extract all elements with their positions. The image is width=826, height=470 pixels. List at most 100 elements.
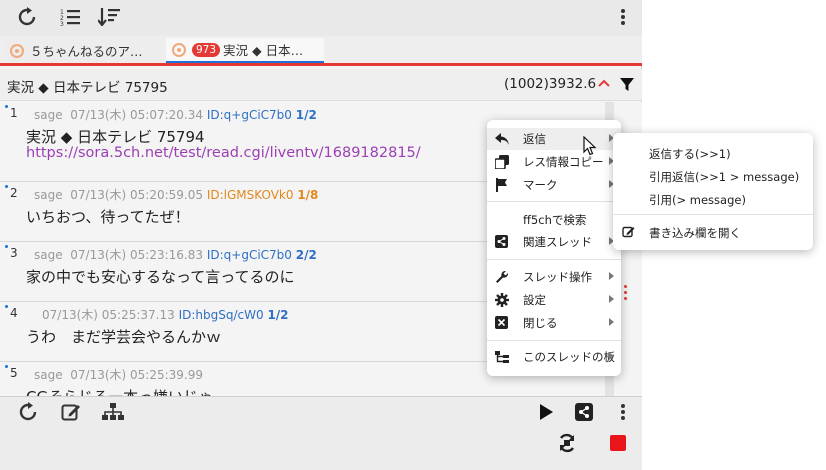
tab-label: 実況 ◆ 日本… (223, 43, 304, 58)
post-date: 07/13(木) 05:07:20.34 (70, 108, 203, 122)
context-menu: 返信 レス情報コピー マーク ff5chで検索 関連スレッド スレッド操作 設定… (487, 120, 621, 376)
post-marker (5, 305, 8, 308)
thread-title: 実況 ◆ 日本テレビ 75795 (7, 80, 168, 96)
sitemap-icon[interactable] (101, 401, 125, 423)
board-icon (172, 42, 186, 57)
sort-descending-icon[interactable] (97, 6, 121, 28)
more-vertical-icon[interactable] (611, 6, 635, 28)
post-body: 家の中でも安心するなって言ってるのに (26, 268, 295, 286)
post-body: CGそらじる一本っ嫌いじゃ (26, 386, 213, 396)
post-date: 07/13(木) 05:25:39.99 (70, 368, 203, 382)
share-icon[interactable] (572, 401, 596, 423)
bottom-toolbar (0, 396, 642, 470)
menu-item-reply[interactable]: 返信 (487, 128, 621, 150)
post-name: sage (34, 368, 63, 382)
play-icon[interactable] (534, 401, 558, 423)
submenu-item-label: 引用返信(>>1 > message) (649, 170, 800, 184)
edit-icon[interactable] (59, 401, 83, 423)
post-id[interactable]: ID:hbgSq/cW0 (179, 308, 264, 322)
post-header: sage 07/13(木) 05:20:59.05 ID:lGMSKOVk0 1… (34, 186, 318, 203)
stop-icon[interactable] (606, 432, 630, 454)
post-date: 07/13(木) 05:23:16.83 (70, 248, 203, 262)
post-header: 07/13(木) 05:25:37.13 ID:hbgSq/cW0 1/2 (42, 306, 289, 323)
menu-item-thread-operations[interactable]: スレッド操作 (487, 266, 621, 288)
numbered-list-icon[interactable]: 123 (58, 6, 82, 28)
post-number: 4 (10, 306, 18, 320)
menu-item-settings[interactable]: 設定 (487, 289, 621, 311)
thread-title-bar: 実況 ◆ 日本テレビ 75795 (1002)3932.6 (0, 69, 642, 101)
post-date: 07/13(木) 05:20:59.05 (70, 188, 203, 202)
menu-item-search-ff5ch[interactable]: ff5chで検索 (487, 209, 621, 231)
menu-item-label: マーク (523, 178, 558, 192)
chevron-up-icon[interactable] (597, 75, 611, 94)
post-id-count[interactable]: 1/8 (297, 188, 318, 202)
post-marker (5, 105, 8, 108)
tab-bar: ５ちゃんねるのア… 973 実況 ◆ 日本… (0, 36, 642, 66)
post-marker (5, 245, 8, 248)
filter-icon[interactable] (620, 77, 634, 96)
menu-item-label: 返信 (523, 132, 546, 146)
menu-divider (487, 340, 621, 341)
refresh-icon[interactable] (16, 401, 40, 423)
board-icon (10, 43, 24, 58)
post-name: sage (34, 188, 63, 202)
post-link[interactable]: https://sora.5ch.net/test/read.cgi/liven… (26, 145, 421, 161)
post-number: 5 (10, 366, 18, 380)
post-date: 07/13(木) 05:25:37.13 (42, 308, 175, 322)
post-id-count[interactable]: 2/2 (296, 248, 317, 262)
tree-icon (495, 350, 509, 364)
chevron-right-icon (609, 272, 614, 280)
submenu-item-label: 書き込み欄を開く (649, 226, 741, 240)
submenu-item-quote-reply[interactable]: 引用返信(>>1 > message) (613, 165, 813, 187)
post-header: sage 07/13(木) 05:25:39.99 (34, 366, 203, 383)
submenu-item-reply[interactable]: 返信する(>>1) (613, 142, 813, 164)
post-body: うわ まだ学芸会やるんかｗ (26, 328, 222, 346)
post-id[interactable]: ID:lGMSKOVk0 (207, 188, 294, 202)
tab-board[interactable]: ５ちゃんねるのア… (4, 38, 162, 63)
menu-item-label: スレッド操作 (523, 270, 592, 284)
flag-icon (495, 178, 509, 192)
tab-thread-active[interactable]: 973 実況 ◆ 日本… (166, 38, 324, 63)
submenu-item-label: 返信する(>>1) (649, 147, 731, 161)
menu-item-label: 閉じる (523, 316, 558, 330)
copy-icon (494, 155, 509, 170)
post-id-count[interactable]: 1/2 (267, 308, 288, 322)
post-name: sage (34, 108, 63, 122)
post-header: sage 07/13(木) 05:23:16.83 ID:q+gCiC7b0 2… (34, 246, 317, 263)
more-vertical-icon[interactable] (611, 401, 635, 423)
menu-item-mark[interactable]: マーク (487, 174, 621, 196)
submenu-item-quote[interactable]: 引用(> message) (613, 188, 813, 210)
menu-item-related-threads[interactable]: 関連スレッド (487, 231, 621, 253)
chevron-right-icon (609, 352, 614, 360)
post-header: sage 07/13(木) 05:07:20.34 ID:q+gCiC7b0 1… (34, 106, 317, 123)
reply-submenu: 返信する(>>1) 引用返信(>>1 > message) 引用(> messa… (613, 133, 813, 250)
menu-item-close[interactable]: 閉じる (487, 312, 621, 334)
post-id[interactable]: ID:q+gCiC7b0 (207, 248, 292, 262)
menu-divider (487, 201, 621, 202)
post-number: 1 (10, 106, 18, 120)
new-post-marker (624, 285, 627, 303)
wrench-icon (495, 270, 509, 284)
post-id-count[interactable]: 1/2 (296, 108, 317, 122)
menu-divider (613, 214, 813, 215)
menu-item-label: 設定 (523, 293, 546, 307)
post-number: 2 (10, 186, 18, 200)
menu-item-copy-info[interactable]: レス情報コピー (487, 151, 621, 173)
reply-icon (495, 132, 509, 146)
post-number: 3 (10, 246, 18, 260)
auto-refresh-icon[interactable] (555, 432, 579, 454)
close-box-icon (495, 316, 509, 330)
menu-item-label: 関連スレッド (523, 235, 592, 249)
mouse-cursor-icon (583, 135, 597, 160)
post-marker (5, 185, 8, 188)
refresh-icon[interactable] (15, 6, 39, 28)
tab-label: ５ちゃんねるのア… (30, 44, 143, 59)
svg-text:3: 3 (60, 21, 64, 26)
unread-badge: 973 (192, 42, 221, 57)
post-name: sage (34, 248, 63, 262)
submenu-item-open-compose[interactable]: 書き込み欄を開く (613, 221, 813, 243)
edit-icon (622, 225, 636, 239)
share-icon (495, 235, 509, 249)
menu-item-thread-board[interactable]: このスレッドの板 (487, 346, 621, 368)
post-id[interactable]: ID:q+gCiC7b0 (207, 108, 292, 122)
